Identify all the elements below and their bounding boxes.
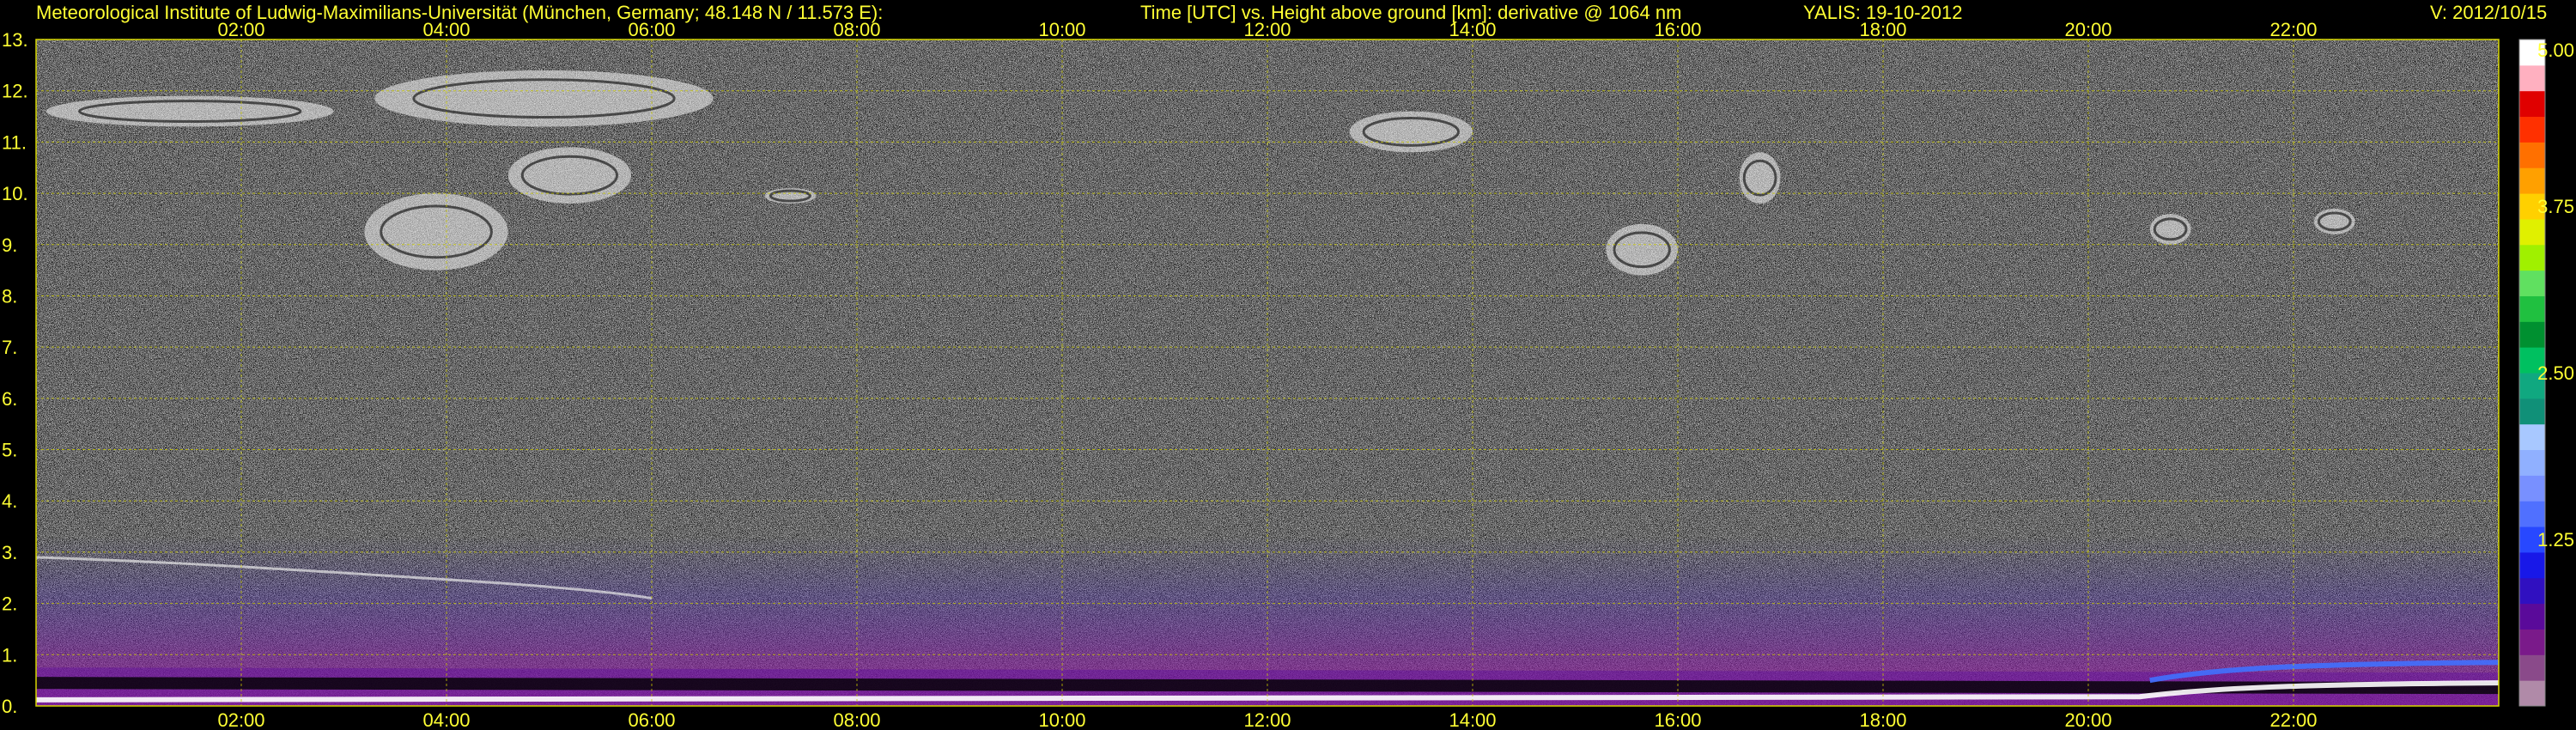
colorbar-label-3: 1.25 <box>2537 529 2574 551</box>
colorbar-label-0: 5.00 <box>2537 40 2574 61</box>
x-tick-label-bottom-2: 06:00 <box>628 709 675 730</box>
colorbar-segment-22 <box>2519 116 2545 143</box>
x-tick-label-bottom-3: 08:00 <box>833 709 880 730</box>
x-tick-label-bottom-5: 12:00 <box>1243 709 1291 730</box>
colorbar-segment-14 <box>2519 321 2545 348</box>
y-tick-label-8: 8. <box>2 285 17 307</box>
colorbar-segment-8 <box>2519 475 2545 502</box>
colorbar-segment-9 <box>2519 449 2545 476</box>
x-tick-label-bottom-1: 04:00 <box>422 709 470 730</box>
colorbar-segment-17 <box>2519 244 2545 271</box>
x-tick-label-bottom-8: 18:00 <box>1859 709 1906 730</box>
institute-title: Meteorological Institute of Ludwig-Maxim… <box>36 2 884 23</box>
y-tick-label-11: 11. <box>2 131 27 153</box>
x-tick-label-bottom-10: 22:00 <box>2269 709 2317 730</box>
colorbar-segment-2 <box>2519 629 2545 655</box>
colorbar-segment-11 <box>2519 398 2545 425</box>
y-tick-label-4: 4. <box>2 490 17 512</box>
colorbar-segment-15 <box>2519 295 2545 322</box>
y-tick-label-2: 2. <box>2 593 17 615</box>
colorbar-segment-16 <box>2519 270 2545 296</box>
x-tick-label-top-9: 20:00 <box>2064 19 2111 40</box>
version-label: V: 2012/10/15 <box>2430 2 2548 23</box>
colorbar-segment-1 <box>2519 654 2545 681</box>
x-tick-label-bottom-0: 02:00 <box>217 709 264 730</box>
y-tick-label-12: 12. <box>2 81 28 102</box>
y-tick-label-6: 6. <box>2 388 17 410</box>
colorbar-segment-4 <box>2519 577 2545 605</box>
y-tick-label-10: 10. <box>2 183 28 204</box>
colorbar-label-1: 3.75 <box>2537 196 2574 217</box>
colorbar-segment-10 <box>2519 423 2545 451</box>
x-tick-label-top-4: 10:00 <box>1038 19 1085 40</box>
colorbar-segment-23 <box>2519 90 2545 118</box>
colorbar-segment-24 <box>2519 64 2545 92</box>
colorbar-segment-18 <box>2519 218 2545 246</box>
instrument-date: YALIS: 19-10-2012 <box>1803 2 1963 23</box>
colorbar-segment-21 <box>2519 142 2545 168</box>
colorbar-segment-20 <box>2519 167 2545 194</box>
x-tick-label-bottom-6: 14:00 <box>1449 709 1496 730</box>
y-tick-label-9: 9. <box>2 234 17 256</box>
colorbar-segment-3 <box>2519 603 2545 630</box>
y-tick-label-0: 0. <box>2 696 17 717</box>
y-tick-label-1: 1. <box>2 644 17 666</box>
plot-description: Time [UTC] vs. Height above ground [km]:… <box>1140 2 1682 23</box>
lidar-chart: 02:0002:0004:0004:0006:0006:0008:0008:00… <box>2 19 2574 730</box>
colorbar-segment-7 <box>2519 501 2545 527</box>
colorbar-segment-5 <box>2519 551 2545 579</box>
y-tick-label-3: 3. <box>2 542 17 563</box>
y-tick-label-5: 5. <box>2 440 17 461</box>
colorbar-label-2: 2.50 <box>2537 362 2574 384</box>
colorbar-segment-0 <box>2519 680 2545 707</box>
x-tick-label-bottom-9: 20:00 <box>2064 709 2111 730</box>
x-tick-label-top-10: 22:00 <box>2269 19 2317 40</box>
x-tick-label-bottom-7: 16:00 <box>1654 709 1701 730</box>
y-tick-label-13: 13. <box>2 29 28 51</box>
x-tick-label-bottom-4: 10:00 <box>1038 709 1085 730</box>
y-tick-label-7: 7. <box>2 337 17 358</box>
